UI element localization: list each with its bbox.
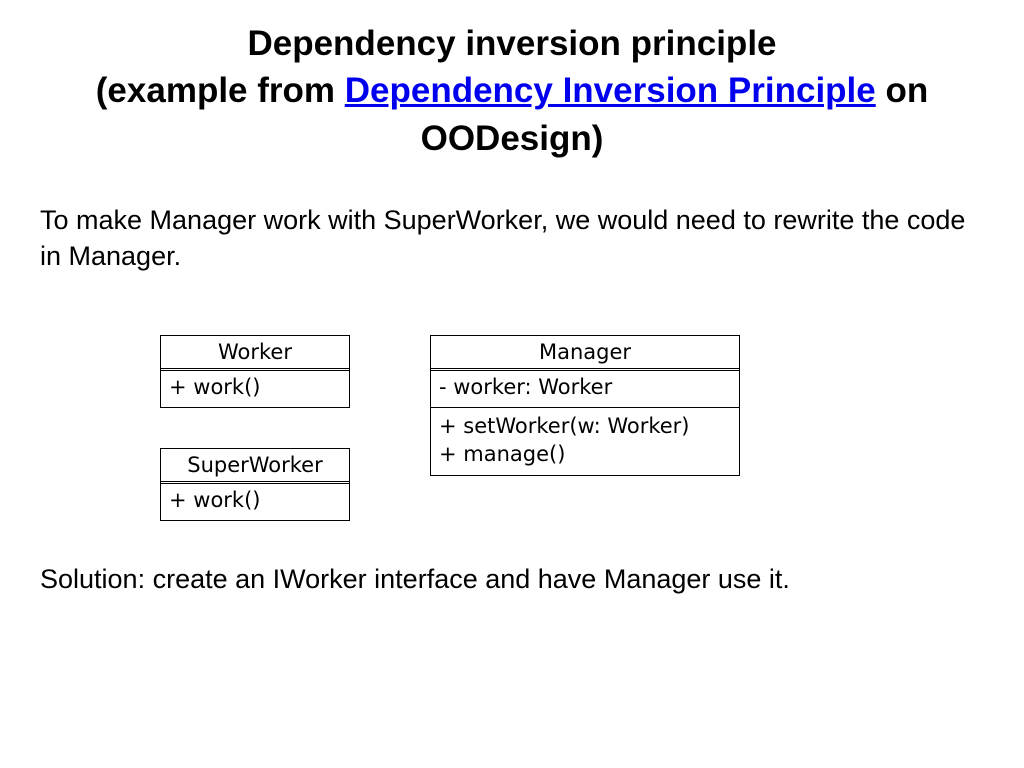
uml-methods: + setWorker(w: Worker) + manage() <box>431 408 739 475</box>
uml-class-superworker: SuperWorker + work() <box>160 448 350 521</box>
title-prefix: (example from <box>96 71 345 110</box>
uml-class-name: SuperWorker <box>161 449 349 482</box>
uml-diagram: Worker + work() SuperWorker + work() Man… <box>40 335 984 522</box>
uml-class-name: Worker <box>161 336 349 369</box>
page-title: Dependency inversion principle (example … <box>40 20 984 162</box>
title-link[interactable]: Dependency Inversion Principle <box>345 71 876 110</box>
uml-class-worker: Worker + work() <box>160 335 350 408</box>
uml-methods: + work() <box>161 482 349 520</box>
intro-paragraph: To make Manager work with SuperWorker, w… <box>40 202 984 275</box>
uml-methods: + work() <box>161 369 349 407</box>
solution-paragraph: Solution: create an IWorker interface an… <box>40 561 984 597</box>
uml-attributes: - worker: Worker <box>431 369 739 408</box>
title-line1: Dependency inversion principle <box>247 24 776 63</box>
uml-class-name: Manager <box>431 336 739 369</box>
uml-class-manager: Manager - worker: Worker + setWorker(w: … <box>430 335 740 476</box>
